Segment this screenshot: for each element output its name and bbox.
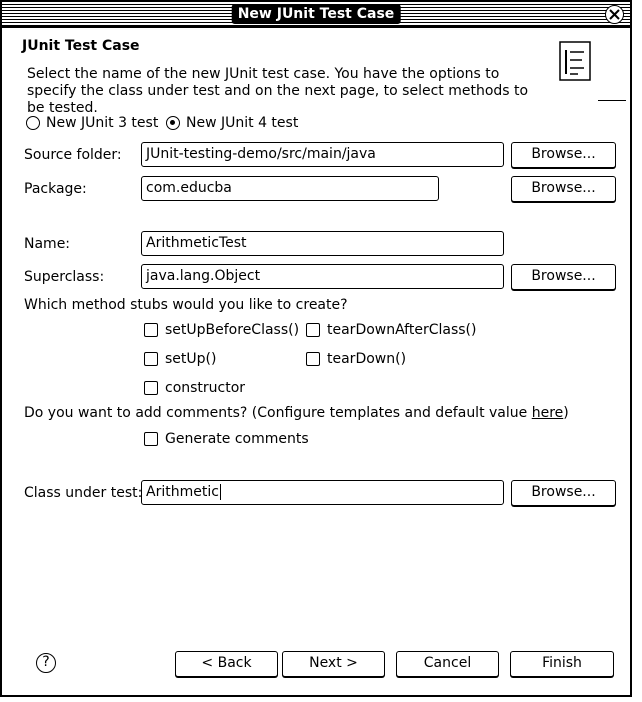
teardown-checkbox[interactable]: tearDown() — [306, 351, 406, 367]
superclass-input[interactable]: java.lang.Object — [141, 264, 504, 289]
comments-question: Do you want to add comments? (Configure … — [24, 405, 569, 421]
class-under-test-value: Arithmetic — [146, 484, 219, 500]
configure-templates-link[interactable]: here — [532, 405, 564, 421]
setup-checkbox[interactable]: setUp() — [144, 351, 216, 367]
package-browse-button[interactable]: Browse... — [511, 176, 616, 202]
setup-before-class-box — [144, 323, 158, 337]
junit4-radio[interactable]: New JUnit 4 test — [166, 115, 298, 131]
setup-before-class-label: setUpBeforeClass() — [165, 322, 300, 338]
header-title: JUnit Test Case — [22, 38, 140, 54]
package-input[interactable]: com.educba — [141, 176, 439, 201]
text-cursor — [219, 484, 221, 500]
superclass-browse-button[interactable]: Browse... — [511, 264, 616, 290]
teardown-box — [306, 352, 320, 366]
comments-question-suffix: ) — [563, 405, 569, 421]
finish-button[interactable]: Finish — [510, 651, 614, 677]
junit4-radio-circle — [166, 116, 180, 130]
setup-box — [144, 352, 158, 366]
window-title: New JUnit Test Case — [231, 4, 401, 24]
setup-before-class-checkbox[interactable]: setUpBeforeClass() — [144, 322, 299, 338]
junit3-radio-label: New JUnit 3 test — [46, 115, 159, 131]
teardown-after-class-checkbox[interactable]: tearDownAfterClass() — [306, 322, 476, 338]
dialog-header: JUnit Test Case Select the name of the n… — [2, 30, 630, 116]
next-button[interactable]: Next > — [282, 651, 385, 677]
close-icon — [609, 9, 620, 20]
constructor-box — [144, 381, 158, 395]
back-button[interactable]: < Back — [175, 651, 278, 677]
generate-comments-label: Generate comments — [165, 431, 309, 447]
cancel-button[interactable]: Cancel — [396, 651, 499, 677]
teardown-after-class-label: tearDownAfterClass() — [327, 322, 477, 338]
class-under-test-label: Class under test: — [24, 485, 143, 501]
junit3-radio-circle — [26, 116, 40, 130]
teardown-label: tearDown() — [327, 351, 407, 367]
class-under-test-browse-button[interactable]: Browse... — [511, 480, 616, 506]
source-folder-label: Source folder: — [24, 147, 122, 163]
teardown-after-class-box — [306, 323, 320, 337]
source-folder-input[interactable]: JUnit-testing-demo/src/main/java — [141, 142, 504, 167]
constructor-label: constructor — [165, 380, 246, 396]
generate-comments-box — [144, 432, 158, 446]
superclass-label: Superclass: — [24, 269, 105, 285]
name-input[interactable]: ArithmeticTest — [141, 231, 504, 256]
new-junit-test-case-dialog: New JUnit Test Case JUnit Test Case Sele… — [0, 0, 632, 697]
header-description: Select the name of the new JUnit test ca… — [27, 66, 529, 116]
class-under-test-input[interactable]: Arithmetic — [141, 480, 504, 505]
method-stubs-question: Which method stubs would you like to cre… — [24, 297, 348, 313]
junit-wizard-icon — [559, 41, 591, 81]
junit4-radio-label: New JUnit 4 test — [186, 115, 299, 131]
comments-question-text: Do you want to add comments? (Configure … — [24, 405, 532, 421]
package-label: Package: — [24, 181, 87, 197]
name-label: Name: — [24, 236, 71, 252]
source-folder-browse-button[interactable]: Browse... — [511, 142, 616, 168]
close-button[interactable] — [605, 5, 624, 24]
setup-label: setUp() — [165, 351, 217, 367]
help-icon[interactable]: ? — [36, 653, 56, 673]
header-separator — [598, 100, 626, 101]
junit3-radio[interactable]: New JUnit 3 test — [26, 115, 158, 131]
title-bar[interactable]: New JUnit Test Case — [2, 2, 630, 28]
constructor-checkbox[interactable]: constructor — [144, 380, 245, 396]
generate-comments-checkbox[interactable]: Generate comments — [144, 431, 309, 447]
